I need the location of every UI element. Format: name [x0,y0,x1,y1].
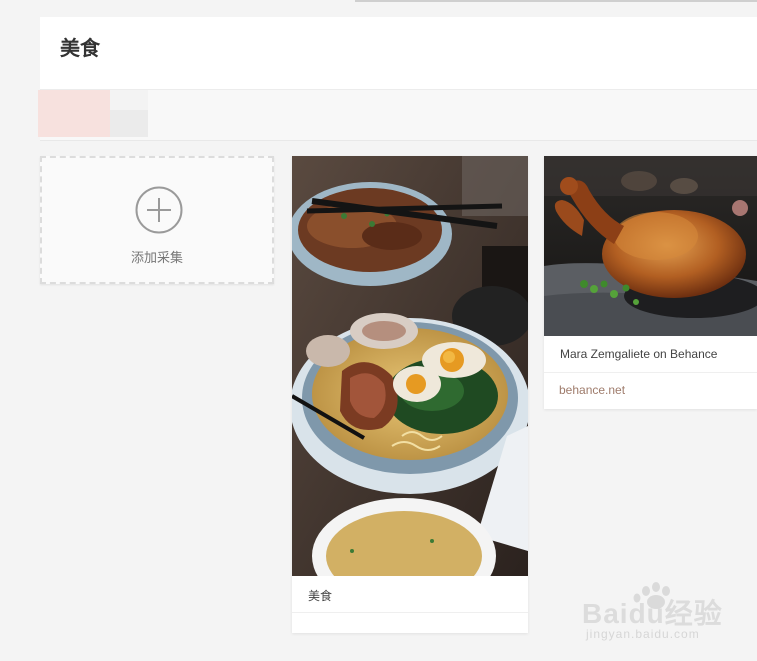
blurred-block [110,90,148,110]
pin-image[interactable] [544,156,757,336]
pin-divider [292,612,528,613]
add-pin-button[interactable]: 添加采集 [40,156,274,284]
pin-card[interactable]: 美食 [292,156,528,633]
watermark-url: jingyan.baidu.com [586,627,700,641]
board-header: 美食 [40,17,757,89]
plus-circle-icon [135,186,183,234]
pin-source-link[interactable]: behance.net [559,383,625,397]
blurred-block [110,110,148,137]
add-pin-label: 添加采集 [130,250,183,265]
pin-caption: 美食 [308,589,333,603]
top-divider [355,0,757,2]
pin-image[interactable] [292,156,528,576]
pin-caption: Mara Zemgaliete on Behance [560,347,718,361]
pin-card[interactable]: Mara Zemgaliete on Behance behance.net [544,156,757,409]
page-title: 美食 [60,38,100,60]
blurred-avatar [38,90,110,137]
pin-divider [544,372,757,373]
watermark-brand: Baidu经验 [582,598,723,629]
